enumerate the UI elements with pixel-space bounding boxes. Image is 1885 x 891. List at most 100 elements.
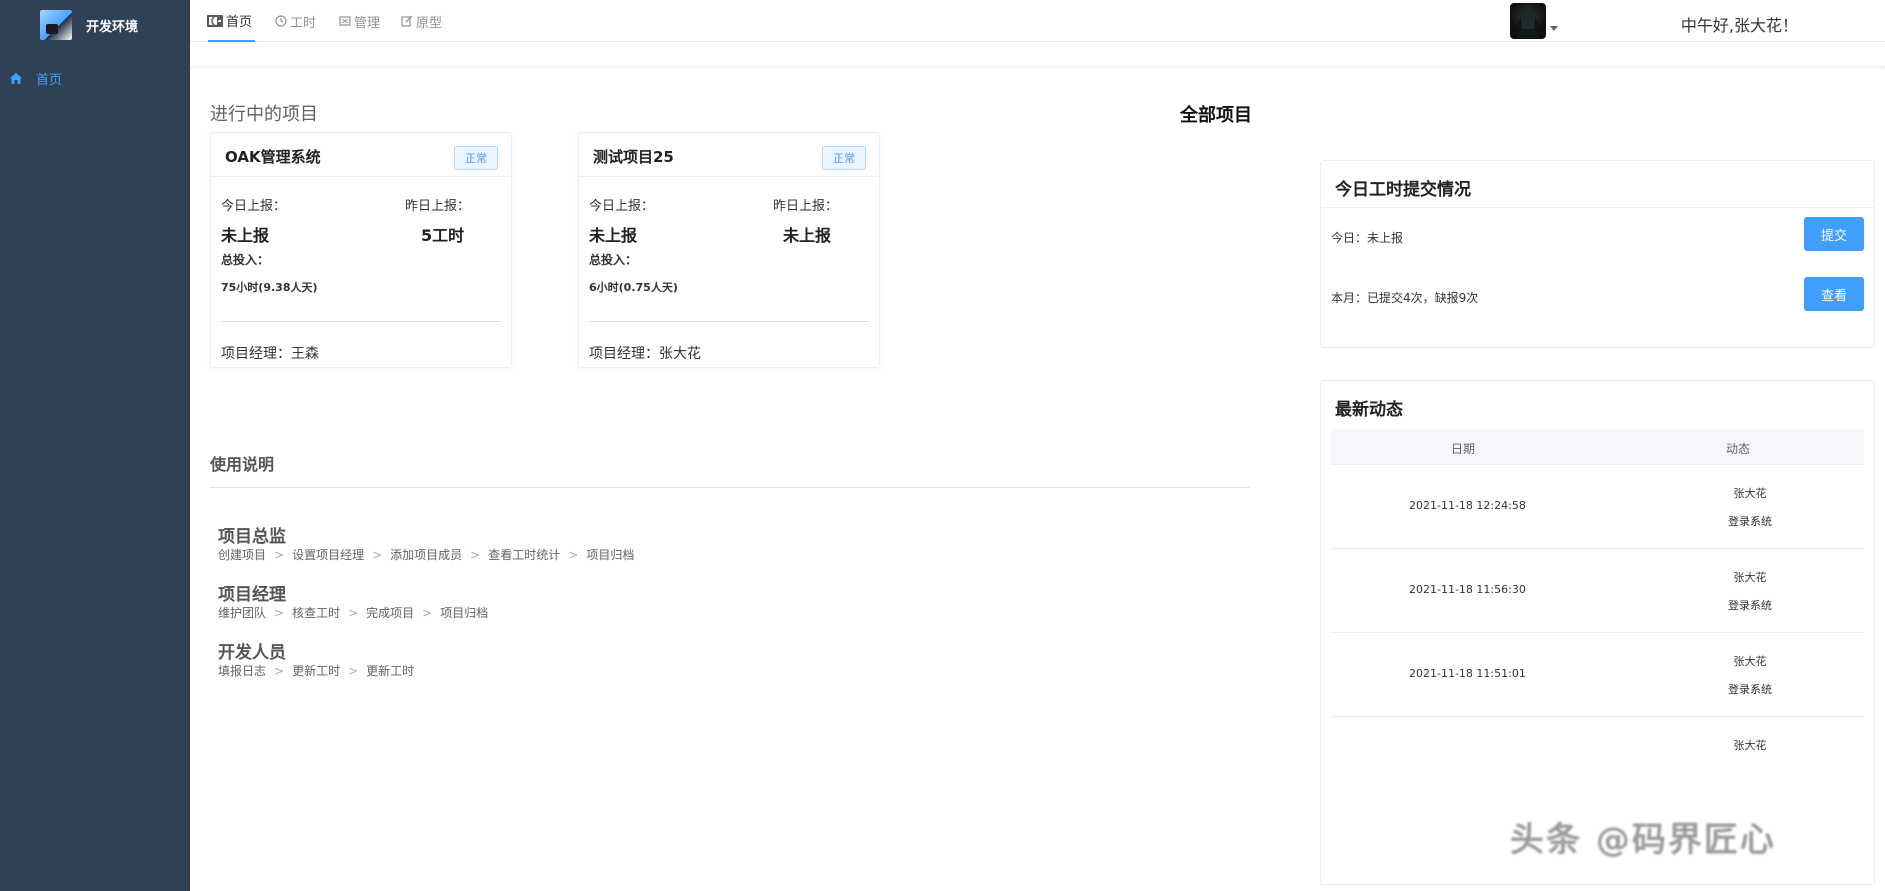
table-row: 2021-11-18 12:24:58 张大花 登录系统 (1331, 465, 1864, 549)
chevron-right-icon: > (348, 663, 359, 678)
row-user: 张大花 (1733, 487, 1767, 500)
tab-manage[interactable]: 管理 (339, 0, 380, 42)
col-date: 日期 (1451, 442, 1476, 456)
chevron-right-icon: > (568, 547, 579, 562)
greeting-text: 中午好,张大花！ (1680, 16, 1798, 35)
worklog-panel: 今日工时提交情况 今日：未上报 提交 本月：已提交4次，缺报9次 查看 (1320, 160, 1875, 348)
step-item: 更新工时 (366, 664, 415, 678)
col-activity: 动态 (1726, 442, 1751, 456)
activity-panel-title: 最新动态 (1335, 400, 1403, 420)
manage-icon (339, 16, 351, 26)
top-navbar: 首页 工时 管理 原型 中午好,张大花！ (190, 0, 1885, 42)
clock-icon (275, 15, 287, 27)
chevron-right-icon: > (470, 547, 481, 562)
step-item: 设置项目经理 (292, 548, 365, 562)
watermark-text: 头条 @码界匠心 (1510, 820, 1776, 860)
total-label: 总投入： (221, 253, 270, 267)
project-manager: 项目经理：王森 (221, 346, 319, 362)
role-steps: 维护团队 > 核查工时 > 完成项目 > 项目归档 (218, 604, 488, 621)
role-steps: 创建项目 > 设置项目经理 > 添加项目成员 > 查看工时统计 > 项目归档 (218, 546, 634, 563)
step-item: 核查工时 (292, 606, 341, 620)
chevron-right-icon: > (274, 547, 285, 562)
card-header: 测试项目25 正常 (579, 133, 879, 177)
role-title: 项目总监 (218, 527, 286, 547)
worklog-panel-title: 今日工时提交情况 (1335, 180, 1471, 200)
row-date: 2021-11-18 11:56:30 (1409, 583, 1526, 596)
row-user: 张大花 (1733, 739, 1767, 752)
row-user: 张大花 (1733, 571, 1767, 584)
role-steps: 填报日志 > 更新工时 > 更新工时 (218, 662, 414, 679)
total-label: 总投入： (589, 253, 638, 267)
table-header: 日期 动态 (1331, 429, 1864, 465)
today-status: 今日：未上报 (1331, 231, 1404, 245)
chevron-right-icon: > (372, 547, 383, 562)
table-row: 2021-11-18 11:56:30 张大花 登录系统 (1331, 549, 1864, 633)
card-divider (589, 321, 869, 322)
status-badge: 正常 (822, 146, 866, 170)
tab-worktime[interactable]: 工时 (275, 0, 316, 42)
tab-prototype[interactable]: 原型 (401, 0, 442, 42)
step-item: 查看工时统计 (488, 548, 561, 562)
sidebar-item-home[interactable]: 首页 (0, 64, 190, 92)
chevron-right-icon: > (348, 605, 359, 620)
row-action: 登录系统 (1728, 515, 1772, 528)
avatar[interactable] (1510, 3, 1546, 39)
today-value: 未上报 (221, 226, 270, 245)
table-row: 张大花 (1331, 717, 1864, 801)
dashboard-icon (211, 15, 223, 26)
logo-area[interactable]: 开发环境 (0, 0, 190, 50)
row-date: 2021-11-18 12:24:58 (1409, 499, 1526, 512)
edit-icon (401, 15, 413, 27)
role-title: 项目经理 (218, 585, 286, 605)
step-item: 创建项目 (218, 548, 267, 562)
step-item: 项目归档 (440, 606, 489, 620)
total-value: 75小时(9.38人天) (221, 281, 318, 294)
logo-image (40, 10, 72, 40)
row-action: 登录系统 (1728, 599, 1772, 612)
step-item: 更新工时 (292, 664, 341, 678)
step-item: 填报日志 (218, 664, 267, 678)
yesterday-label: 昨日上报： (773, 199, 839, 214)
yesterday-value: 未上报 (783, 226, 832, 245)
project-card[interactable]: 测试项目25 正常 今日上报： 昨日上报： 未上报 未上报 总投入： 6小时(0… (578, 132, 880, 368)
view-button[interactable]: 查看 (1804, 277, 1864, 311)
caret-down-icon[interactable] (1550, 26, 1558, 31)
step-item: 添加项目成员 (390, 548, 463, 562)
row-date: 2021-11-18 11:51:01 (1409, 667, 1526, 680)
header-shadow (190, 66, 1885, 70)
today-label: 今日上报： (589, 199, 655, 214)
step-item: 维护团队 (218, 606, 267, 620)
row-action: 登录系统 (1728, 683, 1772, 696)
status-badge: 正常 (454, 146, 498, 170)
today-value: 未上报 (589, 226, 638, 245)
card-divider (221, 321, 501, 322)
today-label: 今日上报： (221, 199, 287, 214)
project-manager: 项目经理：张大花 (589, 346, 701, 362)
chevron-right-icon: > (422, 605, 433, 620)
row-user: 张大花 (1733, 655, 1767, 668)
card-header: OAK管理系统 正常 (211, 133, 511, 177)
table-row: 2021-11-18 11:51:01 张大花 登录系统 (1331, 633, 1864, 717)
project-card[interactable]: OAK管理系统 正常 今日上报： 昨日上报： 未上报 5工时 总投入： 75小时… (210, 132, 512, 368)
step-item: 项目归档 (586, 548, 635, 562)
step-item: 完成项目 (366, 606, 415, 620)
tab-home[interactable]: 首页 (208, 0, 255, 42)
yesterday-value: 5工时 (421, 226, 465, 245)
usage-divider (210, 487, 1250, 488)
chevron-right-icon: > (274, 605, 285, 620)
month-status: 本月：已提交4次，缺报9次 (1331, 291, 1479, 305)
project-name: OAK管理系统 (225, 148, 321, 166)
usage-title: 使用说明 (210, 455, 275, 474)
sidebar-item-label: 首页 (36, 72, 63, 88)
role-title: 开发人员 (218, 643, 286, 663)
panel-divider (1321, 207, 1874, 208)
yesterday-label: 昨日上报： (405, 199, 471, 214)
in-progress-title: 进行中的项目 (210, 104, 318, 125)
total-value: 6小时(0.75人天) (589, 281, 678, 294)
sidebar: 开发环境 首页 (0, 0, 190, 891)
home-icon (10, 72, 22, 84)
app-title: 开发环境 (86, 19, 139, 35)
submit-button[interactable]: 提交 (1804, 217, 1864, 251)
all-projects-link[interactable]: 全部项目 (1180, 101, 1252, 127)
chevron-right-icon: > (274, 663, 285, 678)
